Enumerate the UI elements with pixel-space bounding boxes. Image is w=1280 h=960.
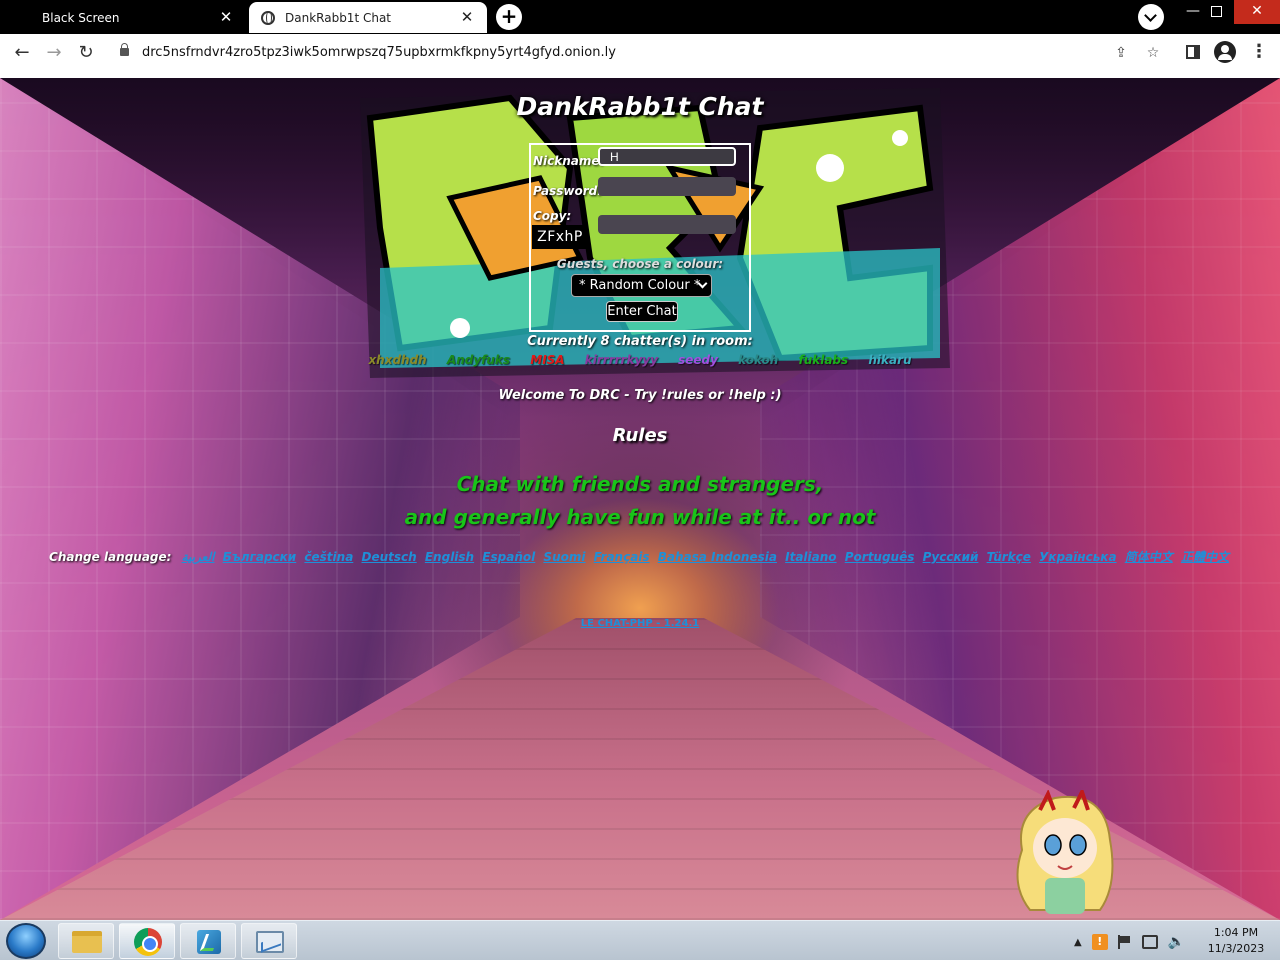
chatter-list: xhxdhdh Andyfuks MISA kirrrrrkyyy seedy … xyxy=(0,353,1280,367)
mascot-dress xyxy=(1045,878,1085,914)
language-link[interactable]: Español xyxy=(482,550,535,564)
side-panel-icon[interactable] xyxy=(1186,45,1200,59)
welcome-message: Welcome To DRC - Try !rules or !help :) xyxy=(498,388,782,403)
taskbar-chrome-button[interactable] xyxy=(119,923,175,959)
graffiti-sparkle xyxy=(892,130,908,146)
rules-line: and generally have fun while at it.. or … xyxy=(404,505,876,529)
language-link[interactable]: Русский xyxy=(923,550,979,564)
app-icon xyxy=(197,930,221,954)
captcha-input[interactable] xyxy=(598,215,736,234)
reload-icon[interactable]: ↻ xyxy=(75,42,97,64)
volume-icon[interactable]: 🔈 xyxy=(1168,934,1185,950)
chatter-name: kokoh xyxy=(738,353,779,367)
share-icon[interactable]: ⇪ xyxy=(1112,44,1130,62)
enter-chat-button[interactable]: Enter Chat xyxy=(606,301,678,322)
chatter-name: xhxdhdh xyxy=(368,353,427,367)
chatters-count: Currently 8 chatter(s) in room: xyxy=(527,334,753,349)
language-link[interactable]: Italiano xyxy=(785,550,836,564)
chatter-name: Andyfuks xyxy=(446,353,511,367)
language-link[interactable]: Deutsch xyxy=(361,550,416,564)
captcha-copy-label: Copy: xyxy=(533,209,572,223)
resource-monitor-icon xyxy=(256,931,284,953)
language-selector: Change language: العربية Български češti… xyxy=(0,548,1280,565)
profile-avatar-icon[interactable] xyxy=(1214,41,1236,63)
start-button[interactable] xyxy=(6,923,46,959)
chatter-name: kirrrrrkyyy xyxy=(584,353,658,367)
close-tab-icon[interactable]: ✕ xyxy=(459,10,475,25)
language-link[interactable]: 简体中文 xyxy=(1125,550,1173,564)
taskbar-clock[interactable]: 1:04 PM 11/3/2023 xyxy=(1198,925,1274,957)
globe-icon xyxy=(261,10,275,25)
rules-text: Chat with friends and strangers, and gen… xyxy=(0,468,1280,534)
lock-icon[interactable] xyxy=(120,43,129,56)
browser-toolbar: ← → ↻ drc5nsfrndvr4zro5tpz3iwk5omrwpszq7… xyxy=(0,34,1280,72)
language-link[interactable]: Suomi xyxy=(543,550,585,564)
nickname-input[interactable] xyxy=(598,147,736,166)
system-tray: ▲ ! 🔈 xyxy=(1074,931,1185,953)
new-tab-button[interactable]: + xyxy=(496,4,522,30)
page-title: DankRabb1t Chat xyxy=(516,92,764,121)
tray-app-icon[interactable]: ! xyxy=(1091,934,1108,950)
cartoon-mascot-image xyxy=(1016,790,1114,914)
language-link[interactable]: Bahasa Indonesia xyxy=(658,550,777,564)
captcha-image: ZFxhP xyxy=(532,225,588,249)
url-text[interactable]: drc5nsfrndvr4zro5tpz3iwk5omrwpszq75upbxr… xyxy=(142,45,616,60)
rules-line: Chat with friends and strangers, xyxy=(456,472,824,496)
mascot-eye-right xyxy=(1069,834,1087,856)
rules-heading: Rules xyxy=(612,425,668,446)
maximize-button[interactable] xyxy=(1200,0,1234,24)
colour-select-value: * Random Colour * xyxy=(579,278,701,293)
tab-title: Black Screen xyxy=(42,10,120,25)
back-arrow-icon[interactable]: ← xyxy=(11,42,33,64)
language-link[interactable]: Türkçe xyxy=(987,550,1031,564)
clock-date: 11/3/2023 xyxy=(1207,942,1265,955)
tab-dankrabbit-chat[interactable]: DankRabb1t Chat ✕ xyxy=(249,2,487,33)
password-input[interactable] xyxy=(598,177,736,196)
password-label: Password: xyxy=(533,184,603,198)
language-link[interactable]: العربية xyxy=(182,550,215,564)
taskbar: ▲ ! 🔈 1:04 PM 11/3/2023 xyxy=(0,920,1280,960)
login-form: Nickname: Password: Copy: ZFxhP Guests, … xyxy=(529,143,751,332)
taskbar-explorer-button[interactable] xyxy=(58,923,114,959)
language-link[interactable]: čeština xyxy=(304,550,353,564)
taskbar-monitor-button[interactable] xyxy=(241,923,297,959)
colour-select[interactable]: * Random Colour * xyxy=(571,274,712,297)
graffiti-sparkle xyxy=(816,154,844,182)
language-link[interactable]: 正體中文 xyxy=(1181,550,1229,564)
taskbar-app-button[interactable] xyxy=(180,923,236,959)
chrome-icon xyxy=(134,928,162,956)
language-link[interactable]: Български xyxy=(223,550,297,564)
chatter-name: seedy xyxy=(678,353,718,367)
language-link[interactable]: English xyxy=(425,550,474,564)
mascot-eye-left xyxy=(1044,834,1062,856)
bookmark-star-icon[interactable]: ☆ xyxy=(1144,44,1162,62)
network-icon[interactable] xyxy=(1141,935,1158,949)
language-link[interactable]: Français xyxy=(594,550,650,564)
tab-title: DankRabb1t Chat xyxy=(285,10,392,25)
chatter-name: fuklabs xyxy=(798,353,849,367)
action-center-flag-icon[interactable] xyxy=(1117,935,1132,949)
kebab-menu-icon[interactable]: ⋮ xyxy=(1250,42,1268,62)
chatter-name: MISA xyxy=(530,353,565,367)
close-tab-icon[interactable]: ✕ xyxy=(218,10,234,25)
tab-black-screen[interactable]: Black Screen ✕ xyxy=(30,2,246,33)
language-link[interactable]: Português xyxy=(845,550,915,564)
version-link[interactable]: LE CHAT-PHP - 1.24.1 xyxy=(0,618,1280,629)
tray-expand-icon[interactable]: ▲ xyxy=(1074,937,1082,948)
clock-time: 1:04 PM xyxy=(1213,926,1259,939)
tab-search-button[interactable] xyxy=(1138,4,1164,30)
window-close-button[interactable]: ✕ xyxy=(1234,0,1280,24)
nickname-label: Nickname: xyxy=(533,154,605,168)
guest-colour-label: Guests, choose a colour: xyxy=(556,257,724,271)
forward-arrow-icon[interactable]: → xyxy=(43,42,65,64)
language-label: Change language: xyxy=(49,550,172,564)
language-link[interactable]: Українська xyxy=(1039,550,1116,564)
chat-page: DankRabb1t Chat Nickname: Password: Copy… xyxy=(0,78,1280,920)
address-bar[interactable]: drc5nsfrndvr4zro5tpz3iwk5omrwpszq75upbxr… xyxy=(108,38,1172,68)
tab-strip: Black Screen ✕ DankRabb1t Chat ✕ + — ✕ xyxy=(0,0,1280,34)
folder-icon xyxy=(72,931,102,953)
chatter-name: hikaru xyxy=(868,353,912,367)
